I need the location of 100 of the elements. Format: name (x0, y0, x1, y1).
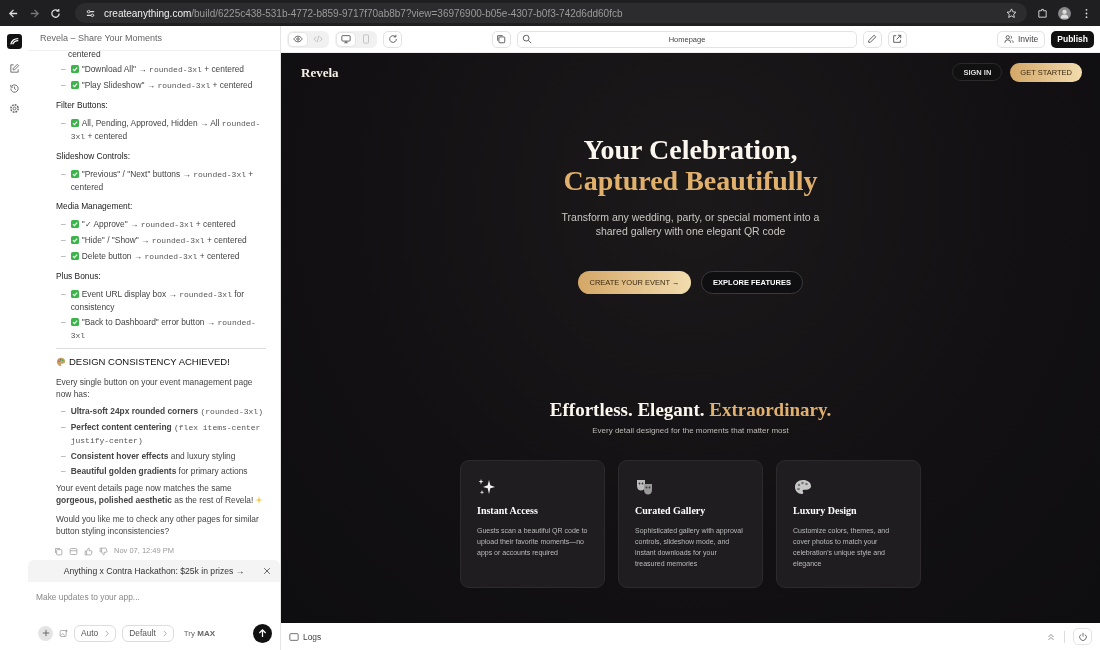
eye-icon (293, 34, 303, 44)
card-title: Instant Access (477, 505, 539, 516)
list-marker: – (61, 288, 66, 301)
section-heading: Slideshow Controls: (56, 150, 131, 162)
palette-icon (793, 477, 813, 497)
list-marker: – (61, 218, 66, 231)
star-icon[interactable] (1006, 7, 1017, 19)
check-icon (70, 65, 79, 73)
list-marker: – (61, 168, 66, 181)
list-marker: – (61, 63, 66, 76)
list-marker: – (61, 465, 66, 477)
invite-button[interactable]: Invite (996, 30, 1046, 48)
list-marker: – (61, 250, 66, 263)
list-marker: – (61, 316, 66, 329)
chevron-icon (105, 629, 110, 637)
list-item-text: Delete button → rounded-3xl + centered (70, 250, 240, 263)
list-item-text: Perfect content centering (flex items-center justify-center) (70, 421, 262, 447)
message-text: Every single button on your event management page now has: (56, 377, 253, 399)
extension-icon[interactable] (1037, 7, 1048, 19)
plus-icon (41, 629, 50, 637)
list-item-text: All, Pending, Approved, Hidden → All rounded-3xl + centered (70, 117, 262, 143)
check-icon (70, 170, 79, 178)
hero-subtitle: Transform any wedding, party, or special moment into a shared gallery with one elegant QR code (560, 210, 821, 238)
check-icon (70, 81, 79, 89)
promo-link[interactable]: Anything x Contra Hackathon: $25k in prizes → (63, 566, 245, 576)
site-logo[interactable]: Revela (301, 64, 339, 81)
forward-icon[interactable] (29, 7, 40, 19)
power-icon (1077, 631, 1088, 642)
arrow-up-icon (258, 628, 267, 638)
back-icon[interactable] (8, 7, 19, 19)
open-external-button[interactable] (888, 30, 907, 48)
history-icon[interactable] (8, 83, 20, 94)
list-marker: – (61, 405, 66, 418)
list-item-text: "Back to Dashboard" error button → rounded-3xl (70, 316, 257, 342)
list-item-text: "Previous" / "Next" buttons → rounded-3xl + centered (70, 168, 255, 193)
check-icon (70, 236, 79, 244)
logs-button[interactable]: Logs (289, 631, 322, 642)
list-item-text: "Play Slideshow" → rounded-3xl + centered (70, 79, 253, 92)
hero-title: Your Celebration, (583, 134, 798, 165)
power-button[interactable] (1073, 628, 1092, 645)
edit-button[interactable] (863, 30, 882, 48)
list-marker: – (61, 117, 66, 130)
list-marker: – (61, 79, 66, 92)
message-text: centered (67, 51, 102, 60)
send-button[interactable] (253, 623, 272, 643)
message-heading: DESIGN CONSISTENCY ACHIEVED! (69, 356, 230, 368)
section-heading: Plus Bonus: (56, 270, 102, 282)
model-dropdown[interactable]: Auto (74, 624, 117, 642)
copy-icon[interactable] (54, 546, 63, 556)
list-marker: – (61, 450, 66, 462)
model-dropdown[interactable]: Default (122, 624, 174, 642)
card-title: Luxury Design (793, 505, 858, 516)
list-item-text: "Download All" → rounded-3xl + centered (70, 63, 245, 76)
monitor-icon (341, 34, 351, 44)
masks-icon (635, 477, 655, 497)
pencil-icon (867, 34, 878, 44)
message-text: Your event details page now matches the same gorgeous, polished aesthetic as the rest of Revela! (56, 483, 264, 505)
card-title: Curated Gallery (635, 505, 707, 516)
section-subtitle: Every detail designed for the moments that matter most (592, 426, 789, 435)
project-title: Revela – Share Your Moments (28, 26, 280, 51)
image-icon[interactable] (59, 628, 68, 638)
card-icon[interactable] (69, 546, 78, 556)
list-marker: – (61, 234, 66, 247)
check-icon (70, 220, 79, 228)
settings-icon[interactable] (8, 103, 20, 114)
code-icon (313, 34, 323, 44)
address-bar[interactable]: createanything.com/build/6225c438-531b-4772-b859-9717f70ab8b7?view=36976900-b05e-4307-b0f3-742d6dd60fcb (75, 3, 1027, 23)
avatar-icon[interactable] (1058, 6, 1071, 20)
search-icon (522, 34, 532, 44)
site-settings-icon[interactable] (85, 7, 96, 19)
thumbs-up-icon[interactable] (84, 546, 93, 556)
add-button[interactable] (38, 625, 53, 641)
terminal-icon (289, 631, 299, 642)
section-title: Effortless. Elegant. Extraordinary. (549, 399, 832, 421)
section-heading: Filter Buttons: (56, 99, 109, 111)
external-link-icon (892, 34, 903, 44)
try-max-link[interactable]: Try MAX (183, 628, 216, 638)
message-text: Would you like me to check any other pages for similar button styling inconsistencies? (56, 514, 259, 536)
list-item-text: Beautiful golden gradients for primary actions (70, 465, 248, 477)
refresh-button[interactable] (383, 30, 402, 48)
phone-icon (361, 34, 371, 44)
list-item-text: Ultra-soft 24px rounded corners (rounded-3xl) (70, 405, 263, 418)
sparkle-icon (255, 496, 264, 504)
close-icon[interactable] (263, 567, 271, 575)
reload-icon[interactable] (50, 7, 61, 19)
people-icon (1003, 34, 1014, 44)
thumbs-down-icon[interactable] (99, 546, 108, 556)
preview-toggle[interactable] (288, 31, 308, 47)
url-text: createanything.com/build/6225c438-531b-4772-b859-9717f70ab8b7?view=36976900-b05e-4307-b0f3-742d6dd60fcb (104, 7, 624, 19)
publish-button[interactable]: Publish (1051, 30, 1094, 48)
edit-icon[interactable] (8, 63, 20, 74)
app-logo[interactable] (6, 34, 22, 49)
refresh-icon (387, 34, 398, 44)
copy-button[interactable] (492, 30, 511, 48)
desktop-toggle[interactable] (336, 31, 356, 47)
check-icon (70, 290, 79, 298)
check-icon (70, 252, 79, 260)
list-marker: – (61, 421, 66, 434)
chevron-icon (162, 629, 167, 637)
hero-title: Captured Beautifully (563, 165, 818, 196)
